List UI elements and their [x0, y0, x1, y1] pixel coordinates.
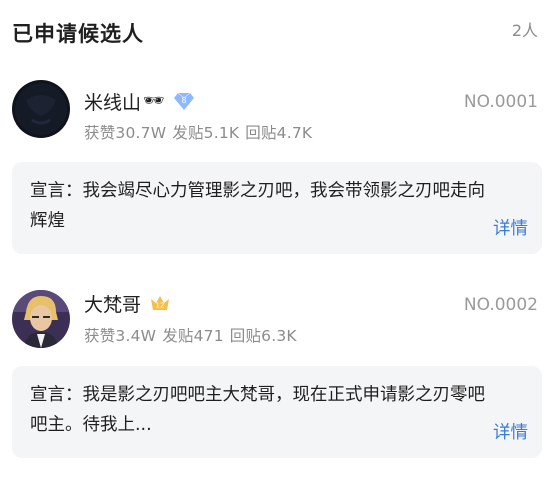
details-link[interactable]: 详情 [493, 215, 528, 240]
candidate-number: NO.0001 [463, 92, 538, 112]
likes-stat: 获赞3.4W [84, 327, 157, 345]
candidates-header: 已申请候选人 2人 [0, 0, 550, 70]
candidate-stats: 获赞30.7W 发贴5.1K 回贴4.7K [84, 121, 318, 143]
replies-stat: 回贴4.7K [245, 124, 313, 142]
candidate-name-row: 大梵哥 12 [84, 289, 171, 317]
badge-level: 12 [156, 302, 165, 310]
candidate-name[interactable]: 米线山 [84, 88, 141, 115]
declaration-box[interactable]: 宣言：我是影之刃吧吧主大梵哥，现在正式申请影之刃零吧吧主。待我上... 详情 [12, 366, 542, 458]
posts-stat: 发贴471 [162, 327, 224, 345]
declaration-box[interactable]: 宣言：我会竭尽心力管理影之刃吧，我会带领影之刃吧走向辉煌 详情 [12, 162, 542, 254]
avatar[interactable] [12, 290, 70, 348]
candidate-stats: 获赞3.4W 发贴471 回贴6.3K [84, 324, 303, 346]
declaration-text: 宣言：我是影之刃吧吧主大梵哥，现在正式申请影之刃零吧吧主。待我上... [30, 385, 485, 435]
candidate-name[interactable]: 大梵哥 [84, 290, 141, 317]
page-title: 已申请候选人 [12, 22, 144, 46]
declaration-text: 宣言：我会竭尽心力管理影之刃吧，我会带领影之刃吧走向辉煌 [30, 181, 485, 231]
candidate-number: NO.0002 [463, 295, 538, 315]
posts-stat: 发贴5.1K [172, 124, 240, 142]
diamond-level-badge-icon: 8 [173, 91, 195, 111]
candidate-count: 2人 [511, 21, 538, 40]
details-link[interactable]: 详情 [493, 419, 528, 444]
candidate-name-row: 米线山 🕶 8 [84, 87, 195, 115]
crown-level-badge-icon: 12 [149, 293, 171, 313]
replies-stat: 回贴6.3K [229, 327, 297, 345]
badge-level: 8 [181, 96, 186, 105]
sunglasses-icon: 🕶 [143, 91, 165, 111]
avatar[interactable] [12, 80, 70, 138]
likes-stat: 获赞30.7W [84, 124, 167, 142]
